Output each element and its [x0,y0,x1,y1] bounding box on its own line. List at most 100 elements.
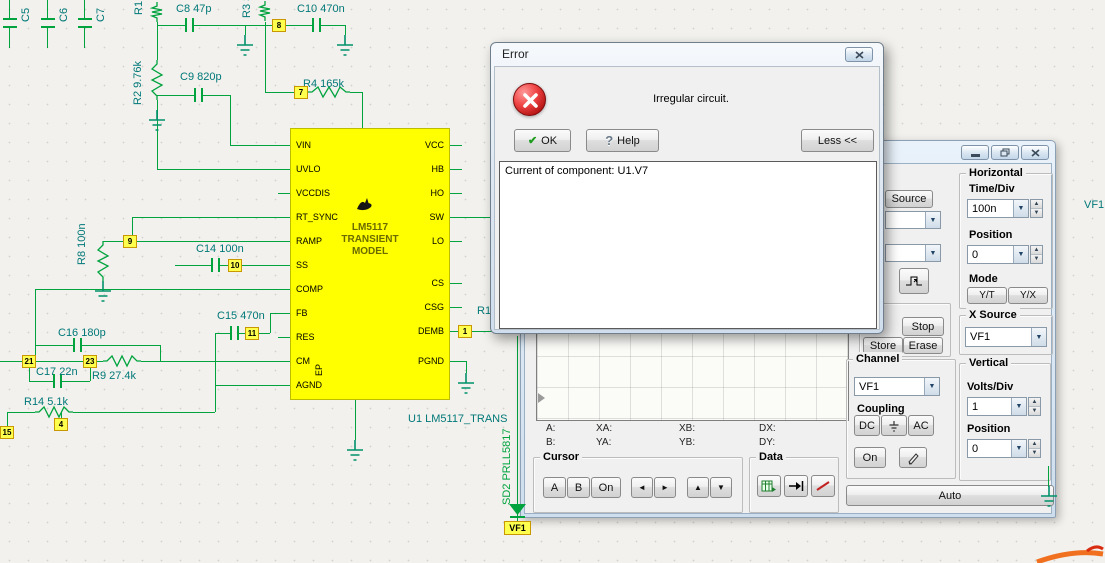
coupling-ground-button[interactable] [881,415,907,436]
ic-pin-label: CSG [424,302,444,312]
time-div-value: 100n [972,202,997,215]
trigger-edge-button[interactable] [899,268,929,294]
cursor-top-button[interactable]: ▲ [687,477,709,498]
ic-pin-label: VIN [296,140,312,150]
mode-yx-button[interactable]: Y/X [1008,287,1048,304]
trigger-mode-select[interactable]: ▼ [885,244,941,262]
restore-button[interactable] [991,145,1019,160]
trace-color-button[interactable] [899,447,927,468]
trigger-source-button[interactable]: Source [885,190,933,208]
cursor-bottom-button[interactable]: ▼ [710,477,732,498]
wire [466,361,467,373]
chevron-down-icon[interactable]: ▼ [1011,440,1026,457]
wire [215,333,230,334]
mode-yt-button[interactable]: Y/T [967,287,1007,304]
vertical-position-select[interactable]: 0 ▼ [967,439,1027,458]
wire [242,265,290,266]
diode-sd2-symbol[interactable] [507,503,528,523]
export-table-button[interactable] [757,475,781,497]
spin-down-icon[interactable]: ▼ [1031,255,1042,263]
chevron-down-icon[interactable]: ▼ [1013,246,1028,263]
data-group-title: Data [756,450,786,464]
spin-up-icon[interactable]: ▲ [1029,398,1040,407]
wire [36,361,83,362]
spin-up-icon[interactable]: ▲ [1029,440,1040,449]
auto-button[interactable]: Auto [846,485,1054,506]
trigger-source-select[interactable]: ▼ [885,211,941,229]
chevron-down-icon[interactable]: ▼ [925,212,940,228]
resistor-symbol[interactable] [149,2,163,22]
wire [362,92,363,128]
probe-vf1[interactable]: VF1 [504,521,531,535]
chevron-down-icon[interactable]: ▼ [924,378,939,395]
wire [450,307,462,308]
wire [230,145,290,146]
ic-pin-label: AGND [296,380,323,390]
stop-button[interactable]: Stop [902,317,944,336]
help-button[interactable]: ? Help [586,129,659,152]
capacitor-symbol[interactable] [78,18,92,28]
horizontal-position-select[interactable]: 0 ▼ [967,245,1029,264]
coupling-dc-button[interactable]: DC [854,415,880,436]
capacitor-symbol[interactable] [3,18,17,28]
minimize-button[interactable] [961,145,989,160]
wire [84,0,85,18]
error-dialog[interactable]: Error Irregular circuit. ✔ OK ? Help Les… [490,42,884,334]
horizontal-position-spinner[interactable]: ▲ ▼ [1030,245,1043,264]
wire [265,92,294,93]
readout-xa: XA: [596,423,613,434]
spin-down-icon[interactable]: ▼ [1029,407,1040,415]
trace-position-marker[interactable] [538,393,545,403]
capacitor-symbol[interactable] [211,258,220,272]
capacitor-symbol[interactable] [230,326,239,340]
less-button[interactable]: Less << [801,129,874,152]
label-r4: R4 165k [303,78,344,90]
channel-on-button[interactable]: On [854,447,886,468]
capacitor-symbol[interactable] [41,18,55,28]
cursor-a-button[interactable]: A [543,477,566,498]
spin-up-icon[interactable]: ▲ [1031,200,1042,209]
spin-down-icon[interactable]: ▼ [1029,449,1040,457]
app-logo [1036,545,1104,563]
volts-div-spinner[interactable]: ▲ ▼ [1028,397,1041,416]
erase-button[interactable]: Erase [903,337,943,354]
volts-div-select[interactable]: 1 ▼ [967,397,1027,416]
line-style-button[interactable] [811,475,835,497]
channel-select[interactable]: VF1 ▼ [854,377,940,396]
capacitor-symbol[interactable] [194,88,203,102]
chevron-down-icon[interactable]: ▼ [925,245,940,261]
spin-down-icon[interactable]: ▼ [1031,209,1042,217]
chevron-down-icon[interactable]: ▼ [1031,328,1046,346]
ok-button[interactable]: ✔ OK [514,129,571,152]
chevron-down-icon[interactable]: ▼ [1013,200,1028,217]
error-details-box[interactable]: Current of component: U1.V7 [499,161,877,329]
close-button[interactable] [1021,145,1049,160]
dialog-close-button[interactable] [845,47,873,62]
coupling-ac-button[interactable]: AC [908,415,934,436]
close-icon [1030,148,1040,157]
cursor-b-button[interactable]: B [567,477,590,498]
resistor-symbol[interactable] [96,241,110,281]
cursor-left-button[interactable]: ◄ [631,477,653,498]
ground-symbol [347,440,363,461]
capacitor-symbol[interactable] [312,18,321,32]
resistor-symbol[interactable] [103,354,141,368]
resistor-symbol[interactable] [257,1,271,21]
chevron-down-icon[interactable]: ▼ [1011,398,1026,415]
readout-dy: DY: [759,437,776,448]
resistor-symbol[interactable] [150,60,164,100]
capacitor-symbol[interactable] [185,18,194,32]
wire [35,345,73,346]
cursor-on-button[interactable]: On [591,477,621,498]
cursor-right-button[interactable]: ► [654,477,676,498]
label-c6: C6 [58,7,70,22]
x-source-select[interactable]: VF1 ▼ [965,327,1047,347]
wire [517,336,518,522]
time-div-spinner[interactable]: ▲ ▼ [1030,199,1043,218]
time-div-select[interactable]: 100n ▼ [967,199,1029,218]
wire [450,193,462,194]
export-data-button[interactable] [784,475,808,497]
vertical-position-spinner[interactable]: ▲ ▼ [1028,439,1041,458]
capacitor-symbol[interactable] [73,338,82,352]
spin-up-icon[interactable]: ▲ [1031,246,1042,255]
